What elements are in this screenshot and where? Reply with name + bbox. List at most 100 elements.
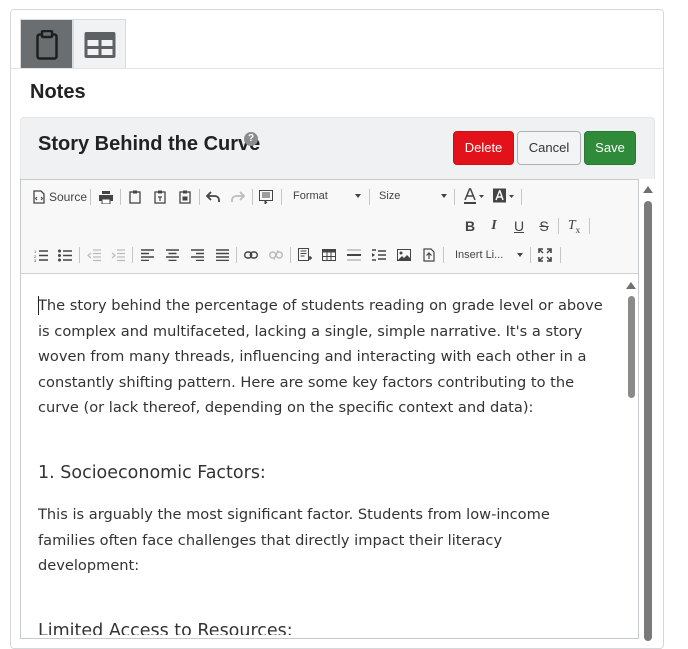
scroll-up-icon: [643, 186, 653, 193]
size-dropdown[interactable]: Size: [379, 190, 447, 204]
outdent-button[interactable]: [86, 247, 102, 263]
toolbar-separator: [120, 189, 121, 205]
tab-notes[interactable]: [20, 19, 73, 69]
maximize-button[interactable]: [537, 247, 553, 263]
chevron-down-icon: [355, 194, 361, 198]
size-label: Size: [379, 190, 401, 202]
align-left-button[interactable]: [139, 247, 155, 263]
toolbar-separator: [79, 247, 80, 263]
toolbar-separator: [443, 247, 444, 263]
paste-word-button[interactable]: [177, 189, 193, 205]
table-button[interactable]: [321, 247, 337, 263]
scroll-up-icon: [626, 282, 636, 289]
undo-button[interactable]: [205, 189, 221, 205]
horizontal-line-button[interactable]: [346, 247, 362, 263]
outdent-icon: [87, 248, 101, 261]
content-paragraph: The story behind the percentage of stude…: [38, 297, 603, 417]
toolbar-separator: [252, 189, 253, 205]
content-heading: 1. Socioeconomic Factors:: [38, 462, 266, 483]
paste-icon: [129, 190, 141, 204]
align-right-icon: [190, 249, 204, 261]
align-right-button[interactable]: [189, 247, 205, 263]
format-label: Format: [293, 190, 328, 202]
tab-table[interactable]: [73, 19, 126, 69]
remove-format-button[interactable]: Tx: [565, 217, 583, 235]
indent-icon: [111, 248, 125, 261]
toolbar-separator: [281, 189, 282, 205]
undo-icon: [206, 191, 220, 202]
paste-button[interactable]: [127, 189, 143, 205]
print-button[interactable]: [98, 189, 114, 205]
redo-icon: [231, 191, 245, 202]
redo-button[interactable]: [230, 189, 246, 205]
italic-button[interactable]: I: [486, 217, 502, 235]
chevron-down-icon: [441, 194, 447, 198]
toolbar-separator: [199, 189, 200, 205]
source-button[interactable]: Source: [33, 189, 87, 205]
numbered-list-icon: 123: [34, 249, 48, 262]
image-icon: [397, 249, 411, 261]
toolbar-separator: [454, 189, 455, 205]
template-icon: [259, 190, 273, 204]
paste-text-icon: [154, 190, 166, 204]
help-icon[interactable]: ?: [244, 132, 258, 146]
bulleted-list-button[interactable]: [57, 247, 73, 263]
save-button[interactable]: Save: [584, 131, 636, 165]
text-color-button[interactable]: [463, 188, 485, 205]
toolbar-separator: [560, 247, 561, 263]
scrollbar-thumb[interactable]: [628, 296, 635, 398]
section-title: Notes: [30, 81, 86, 103]
special-char-button[interactable]: [371, 247, 387, 263]
page-scrollbar[interactable]: [641, 182, 655, 642]
upload-button[interactable]: [421, 247, 437, 263]
text-cursor: [38, 296, 39, 315]
unlink-button[interactable]: [268, 247, 284, 263]
editor-content[interactable]: The story behind the percentage of stude…: [21, 275, 624, 635]
scrollbar-thumb[interactable]: [644, 201, 652, 641]
editor-scrollbar[interactable]: [624, 278, 638, 638]
template-button[interactable]: [258, 189, 274, 205]
insert-snippet-icon: [298, 248, 312, 261]
toolbar-separator: [521, 189, 522, 205]
print-icon: [99, 190, 113, 204]
tab-divider: [11, 68, 663, 69]
insert-snippet-button[interactable]: [297, 247, 313, 263]
insert-link-label: Insert Li...: [455, 249, 504, 261]
background-color-icon: [493, 188, 514, 203]
toolbar-separator: [558, 218, 559, 234]
strikethrough-button[interactable]: S: [536, 217, 552, 235]
underline-button[interactable]: U: [511, 217, 527, 235]
paste-text-button[interactable]: [152, 189, 168, 205]
cancel-button[interactable]: Cancel: [517, 131, 581, 165]
table-grid-icon: [84, 31, 115, 58]
toolbar-separator: [236, 247, 237, 263]
numbered-list-button[interactable]: 123: [33, 247, 49, 263]
svg-text:3: 3: [34, 258, 37, 262]
bold-button[interactable]: B: [462, 217, 478, 235]
image-button[interactable]: [396, 247, 412, 263]
delete-button[interactable]: Delete: [453, 131, 514, 165]
justify-button[interactable]: [214, 247, 230, 263]
remove-format-label: T: [567, 218, 576, 233]
toolbar-separator: [589, 218, 590, 234]
toolbar-separator: [132, 247, 133, 263]
indent-button[interactable]: [110, 247, 126, 263]
horizontal-line-icon: [347, 249, 361, 261]
source-icon: [33, 190, 45, 204]
source-label: Source: [49, 190, 88, 204]
toolbar-separator: [369, 189, 370, 205]
background-color-button[interactable]: [492, 188, 516, 205]
text-color-icon: [464, 188, 484, 204]
align-left-icon: [140, 249, 154, 261]
content-heading: Limited Access to Resources:: [38, 620, 293, 635]
paste-word-icon: [179, 190, 191, 204]
insert-link-dropdown[interactable]: Insert Li...: [455, 249, 523, 263]
format-dropdown[interactable]: Format: [293, 190, 361, 204]
link-button[interactable]: [243, 247, 259, 263]
toolbar-separator: [530, 247, 531, 263]
indent-block-icon: [372, 249, 386, 261]
link-icon: [244, 251, 258, 259]
toolbar-separator: [90, 189, 91, 205]
justify-icon: [215, 249, 229, 261]
align-center-button[interactable]: [164, 247, 180, 263]
